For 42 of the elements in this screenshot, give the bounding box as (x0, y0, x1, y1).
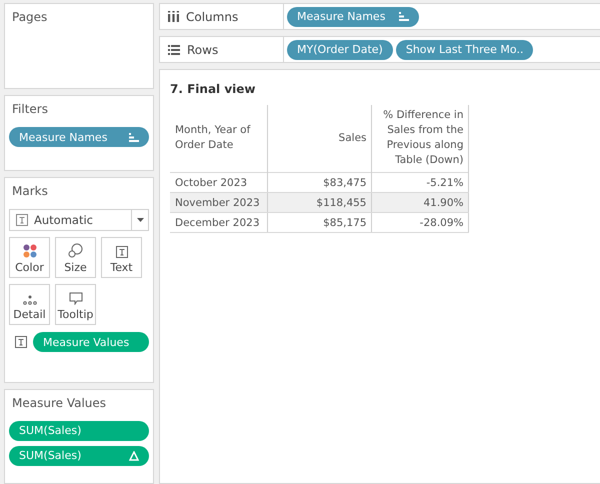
field-pill[interactable]: Measure Values (33, 332, 149, 352)
mark-type-dropdown[interactable]: Automatic (9, 209, 149, 232)
columns-icon (168, 11, 179, 22)
delta-icon (129, 450, 139, 461)
card-title: Filters (12, 102, 48, 116)
speech-bubble-icon (68, 292, 82, 306)
card-title: Pages (12, 10, 48, 24)
card-title: Measure Values (12, 396, 106, 410)
caret-icon (136, 218, 144, 222)
mark-card[interactable]: Text (101, 237, 142, 278)
mark-card[interactable]: Color (9, 237, 50, 278)
mark-card[interactable]: Detail (9, 284, 50, 326)
table-cell: November 2023 (170, 192, 267, 212)
table-cell: December 2023 (170, 212, 267, 232)
field-pill[interactable]: Show Last Three Mo.. (396, 40, 534, 60)
table-cell: -28.09% (371, 212, 468, 232)
field-pill[interactable]: MY(Order Date) (287, 40, 393, 60)
text-icon (15, 336, 27, 348)
shelf-label: Rows (187, 42, 218, 56)
table-cell: -5.21% (371, 172, 468, 192)
table-cell: $83,475 (267, 172, 371, 192)
field-pill[interactable]: SUM(Sales) (9, 420, 149, 441)
sort-icon (399, 12, 410, 21)
shelf-label: Columns (186, 10, 238, 24)
mark-card[interactable]: Size (55, 237, 96, 278)
size-icon (68, 243, 83, 258)
view-title: 7. Final view (170, 82, 256, 96)
field-pill[interactable]: Measure Names (287, 6, 420, 26)
table-cell: October 2023 (170, 172, 267, 192)
color-dots-icon (22, 244, 36, 258)
table-cell: $118,455 (267, 192, 371, 212)
detail-dots-icon (22, 295, 36, 306)
mark-card[interactable]: Tooltip (55, 284, 96, 326)
text-icon (116, 246, 128, 258)
card-title: Marks (12, 184, 48, 198)
sort-icon (129, 132, 139, 142)
text-icon (16, 214, 28, 226)
table-cell: 41.90% (371, 192, 468, 212)
field-pill[interactable]: SUM(Sales) (9, 446, 149, 466)
field-pill[interactable]: Measure Names (9, 127, 149, 148)
table-cell: $85,175 (267, 212, 371, 232)
rows-icon (168, 44, 180, 54)
